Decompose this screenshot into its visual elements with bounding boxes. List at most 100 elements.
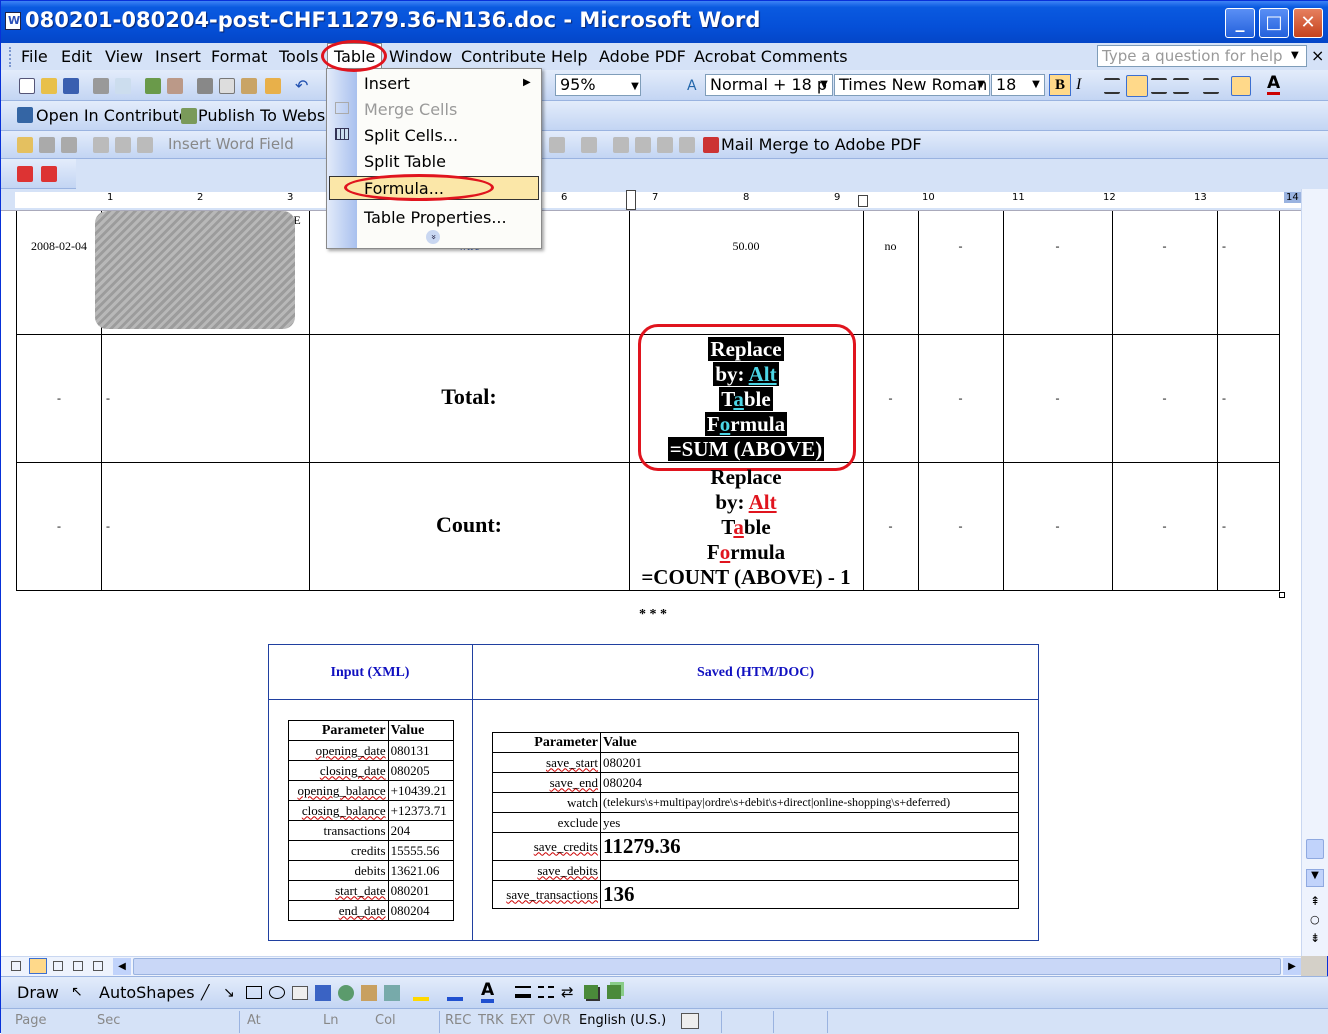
next-page-icon[interactable]: ⇟ bbox=[1310, 931, 1320, 945]
align-right-icon[interactable] bbox=[1151, 78, 1167, 94]
help-dropdown-icon[interactable]: ▼ bbox=[1291, 50, 1299, 61]
menu-file[interactable]: File bbox=[21, 47, 48, 66]
normal-view-icon[interactable] bbox=[11, 961, 21, 971]
vertical-scrollbar[interactable]: ▼ ⇞ ○ ⇟ bbox=[1301, 189, 1328, 956]
title-bar[interactable]: 080201-080204-post-CHF11279.36-N136.doc … bbox=[1, 1, 1328, 43]
horizontal-scrollbar[interactable]: ◀ ▶ bbox=[1, 956, 1301, 976]
menu-insert[interactable]: Insert bbox=[155, 47, 201, 66]
print-preview-icon[interactable] bbox=[115, 78, 131, 94]
line-color-icon[interactable] bbox=[447, 985, 463, 1001]
word-doc-icon[interactable] bbox=[5, 12, 21, 30]
horizontal-ruler[interactable]: 1 2 3 6 7 8 9 10 11 12 13 14 bbox=[1, 189, 1301, 211]
align-left-icon[interactable] bbox=[1104, 78, 1120, 94]
column-marker[interactable] bbox=[858, 195, 868, 207]
spelling-status-icon[interactable] bbox=[681, 1013, 699, 1029]
undo-icon[interactable]: ↶ bbox=[295, 78, 311, 94]
status-ovr[interactable]: OVR bbox=[543, 1013, 571, 1028]
italic-button[interactable]: I bbox=[1076, 76, 1081, 94]
select-browse-object-icon[interactable]: ○ bbox=[1310, 913, 1320, 926]
merge-printer-icon[interactable] bbox=[635, 137, 651, 153]
menu-acrobat-comments[interactable]: Acrobat Comments bbox=[694, 47, 848, 66]
minimize-button[interactable]: _ bbox=[1225, 8, 1255, 38]
convert-and-email-icon[interactable] bbox=[41, 166, 57, 182]
close-button[interactable]: ✕ bbox=[1293, 8, 1323, 38]
rectangle-icon[interactable] bbox=[246, 986, 262, 999]
status-rec[interactable]: REC bbox=[445, 1013, 471, 1028]
mail-merge-to-adobe-pdf-button[interactable]: Mail Merge to Adobe PDF bbox=[721, 135, 922, 154]
merge-email-icon[interactable] bbox=[657, 137, 673, 153]
open-data-source-icon[interactable] bbox=[39, 137, 55, 153]
wordart-icon[interactable] bbox=[315, 985, 331, 1001]
count-formula[interactable]: Replace by: Alt Table Formula =COUNT (AB… bbox=[629, 465, 863, 590]
merge-new-doc-icon[interactable] bbox=[613, 137, 629, 153]
style-dropdown-icon[interactable]: ▼ bbox=[817, 75, 831, 95]
text-box-icon[interactable] bbox=[292, 986, 308, 1000]
scroll-left-arrow-icon[interactable]: ◀ bbox=[113, 958, 131, 975]
web-layout-view-icon[interactable] bbox=[29, 958, 47, 974]
font-color-button[interactable]: A bbox=[1267, 74, 1281, 95]
close-document-icon[interactable]: × bbox=[1311, 46, 1324, 65]
scroll-thumb[interactable] bbox=[1306, 839, 1324, 859]
arrow-style-icon[interactable]: ⇄ bbox=[561, 983, 574, 1001]
3d-style-icon[interactable] bbox=[607, 985, 621, 999]
paste-icon[interactable] bbox=[241, 78, 257, 94]
menu-window[interactable]: Window bbox=[389, 47, 452, 66]
insert-merge-fields-icon[interactable] bbox=[137, 137, 153, 153]
menu-item-table-properties[interactable]: Table Properties... bbox=[364, 208, 507, 227]
merge-fax-icon[interactable] bbox=[679, 137, 695, 153]
picture-icon[interactable] bbox=[384, 985, 400, 1001]
menubar-grip[interactable] bbox=[9, 47, 13, 67]
draw-font-color-icon[interactable]: A bbox=[481, 981, 495, 1003]
check-errors-icon[interactable] bbox=[581, 137, 597, 153]
help-search-input[interactable]: Type a question for help bbox=[1097, 45, 1307, 67]
line-style-icon[interactable] bbox=[515, 986, 531, 998]
fill-color-icon[interactable] bbox=[413, 985, 429, 1001]
recipients-icon[interactable] bbox=[61, 137, 77, 153]
autoshapes-menu-button[interactable]: AutoShapes bbox=[99, 983, 195, 1002]
reading-layout-icon[interactable] bbox=[93, 961, 103, 971]
align-center-icon[interactable] bbox=[1126, 75, 1148, 97]
dash-style-icon[interactable] bbox=[538, 986, 554, 998]
status-language[interactable]: English (U.S.) bbox=[579, 1013, 666, 1028]
status-ext[interactable]: EXT bbox=[510, 1013, 535, 1028]
styles-formatting-icon[interactable]: A bbox=[687, 78, 703, 94]
copy-icon[interactable] bbox=[219, 78, 235, 94]
main-document-setup-icon[interactable] bbox=[17, 137, 33, 153]
find-entry-icon[interactable] bbox=[549, 137, 565, 153]
menu-edit[interactable]: Edit bbox=[61, 47, 92, 66]
expand-menu-icon[interactable]: » bbox=[426, 230, 440, 244]
document-page[interactable]: 2008-02-04 E wire 50.00 no - - - - - - T… bbox=[1, 211, 1301, 956]
format-painter-icon[interactable] bbox=[265, 78, 281, 94]
maximize-button[interactable]: □ bbox=[1259, 8, 1289, 38]
scroll-down-arrow-icon[interactable]: ▼ bbox=[1306, 869, 1324, 887]
table-resize-handle[interactable] bbox=[1279, 592, 1285, 598]
menu-help[interactable]: Help bbox=[551, 47, 587, 66]
menu-item-merge-cells[interactable]: Merge Cells bbox=[364, 100, 457, 119]
oval-icon[interactable] bbox=[269, 986, 285, 999]
menu-item-insert[interactable]: Insert bbox=[364, 74, 410, 93]
convert-to-pdf-icon[interactable] bbox=[17, 166, 33, 182]
shadow-style-icon[interactable] bbox=[584, 985, 598, 999]
line-spacing-icon[interactable] bbox=[1203, 78, 1219, 94]
insert-word-field-button[interactable]: Insert Word Field bbox=[168, 135, 294, 153]
bold-button[interactable]: B bbox=[1049, 74, 1071, 96]
draw-menu-button[interactable]: Draw bbox=[17, 983, 59, 1002]
insert-address-block-icon[interactable] bbox=[93, 137, 109, 153]
open-icon[interactable] bbox=[41, 78, 57, 94]
insert-greeting-icon[interactable] bbox=[115, 137, 131, 153]
print-layout-view-icon[interactable] bbox=[53, 961, 63, 971]
font-size-dropdown-icon[interactable]: ▼ bbox=[1029, 75, 1043, 95]
style-combo[interactable]: Normal + 18 p bbox=[705, 74, 833, 96]
line-icon[interactable]: ╱ bbox=[201, 985, 209, 1001]
font-combo[interactable]: Times New Roman bbox=[834, 74, 990, 96]
zoom-dropdown-icon[interactable]: ▼ bbox=[628, 77, 642, 97]
menu-item-split-table[interactable]: Split Table bbox=[364, 152, 446, 171]
justify-icon[interactable] bbox=[1173, 78, 1189, 94]
save-icon[interactable] bbox=[63, 78, 79, 94]
publish-to-website-button[interactable]: Publish To Websit bbox=[198, 106, 336, 125]
diagram-icon[interactable] bbox=[338, 985, 354, 1001]
print-icon[interactable] bbox=[93, 78, 109, 94]
arrow-icon[interactable]: ↘ bbox=[223, 985, 235, 1001]
menu-item-split-cells[interactable]: Split Cells... bbox=[364, 126, 458, 145]
outline-view-icon[interactable] bbox=[73, 961, 83, 971]
